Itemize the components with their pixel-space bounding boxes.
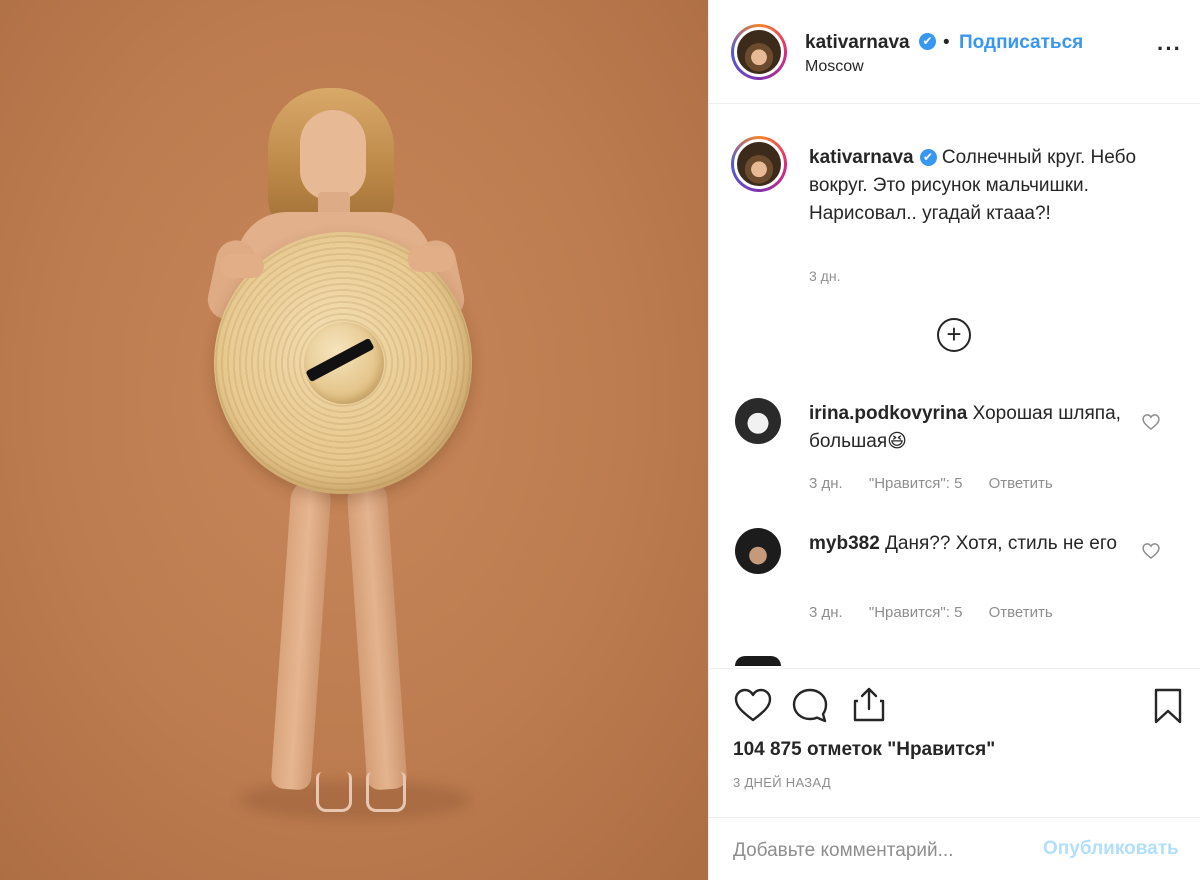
verified-badge-icon: ✔: [919, 33, 936, 50]
comment-avatar-partial: [735, 656, 781, 666]
photo-figure-left-hand: [220, 254, 264, 278]
photo-figure-left-shoe: [316, 772, 352, 812]
heart-icon[interactable]: [733, 687, 773, 723]
header-separator: •: [943, 32, 950, 53]
comment-likes-count[interactable]: "Нравится": 5: [869, 475, 963, 492]
follow-button[interactable]: Подписаться: [959, 32, 1083, 54]
comment-meta: 3 дн. "Нравится": 5 Ответить: [809, 475, 1075, 492]
comment-timestamp[interactable]: 3 дн.: [809, 475, 843, 492]
comment-meta: 3 дн. "Нравится": 5 Ответить: [809, 604, 1075, 621]
reply-button[interactable]: Ответить: [989, 475, 1053, 492]
likes-count[interactable]: 104 875 отметок "Нравится": [733, 739, 995, 761]
post-location[interactable]: Moscow: [805, 58, 864, 76]
more-options-icon[interactable]: ···: [1157, 36, 1182, 62]
comment-likes-count[interactable]: "Нравится": 5: [869, 604, 963, 621]
comment-username[interactable]: irina.podkovyrina: [809, 403, 967, 424]
photo-floor-shadow: [240, 780, 470, 820]
caption-author-avatar[interactable]: [731, 136, 787, 192]
post-side-panel: kativarnava ✔ • Подписаться Moscow ··· k…: [708, 0, 1200, 880]
add-comment-section: Опубликовать: [709, 817, 1200, 880]
caption-timestamp[interactable]: 3 дн.: [809, 268, 840, 284]
publish-button[interactable]: Опубликовать: [1043, 838, 1179, 860]
comment-bubble-icon[interactable]: [791, 687, 829, 725]
bookmark-icon[interactable]: [1153, 687, 1183, 725]
post-timestamp[interactable]: 3 ДНЕЙ НАЗАД: [733, 775, 831, 790]
comment-timestamp[interactable]: 3 дн.: [809, 604, 843, 621]
photo-figure-right-shoe: [366, 772, 406, 812]
comment-heart-icon[interactable]: [1141, 412, 1161, 432]
comment-text-block: irina.podkovyrina Хорошая шляпа, большая…: [809, 400, 1129, 456]
share-icon[interactable]: [851, 685, 887, 723]
photo-figure-left-leg: [270, 478, 332, 791]
post-actions: 104 875 отметок "Нравится" 3 ДНЕЙ НАЗАД …: [709, 668, 1200, 880]
post-photo[interactable]: [0, 0, 708, 880]
comment-heart-icon[interactable]: [1141, 541, 1161, 561]
comment-text-block: myb382 Даня?? Хотя, стиль не его: [809, 530, 1129, 558]
comment-input[interactable]: [733, 836, 1033, 866]
author-username[interactable]: kativarnava: [805, 32, 910, 54]
comment-avatar[interactable]: [735, 398, 781, 444]
caption-username[interactable]: kativarnava: [809, 147, 914, 168]
reply-button[interactable]: Ответить: [989, 604, 1053, 621]
comment-username[interactable]: myb382: [809, 533, 880, 554]
comment-text: Даня?? Хотя, стиль не его: [885, 533, 1117, 554]
caption-text-block: kativarnava ✔ Солнечный круг. Небо вокруг…: [809, 144, 1139, 228]
photo-figure-right-leg: [346, 478, 408, 791]
comment-avatar[interactable]: [735, 528, 781, 574]
verified-badge-icon: ✔: [919, 149, 937, 167]
author-avatar[interactable]: [731, 24, 787, 80]
photo-figure-face: [300, 110, 366, 200]
plus-circle-icon[interactable]: +: [937, 318, 971, 352]
post-header: kativarnava ✔ • Подписаться Moscow ···: [709, 0, 1200, 104]
photo-figure-right-hand: [408, 246, 454, 272]
